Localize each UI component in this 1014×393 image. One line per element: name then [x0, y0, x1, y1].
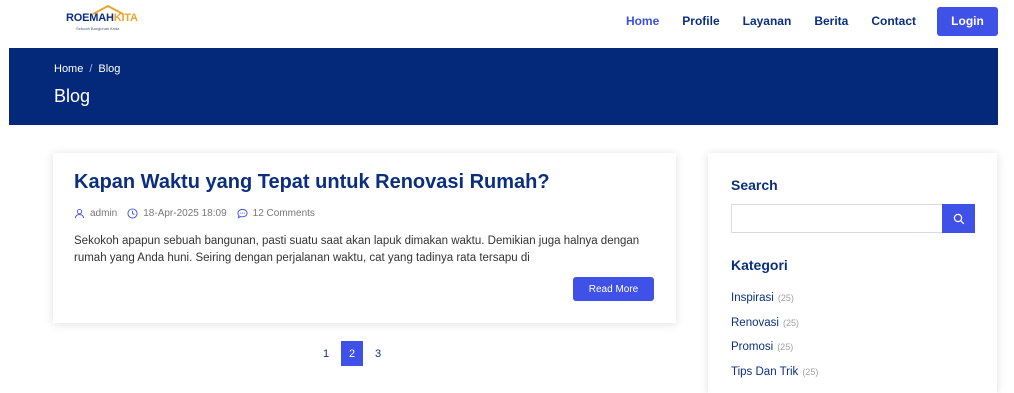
category-heading: Kategori — [731, 257, 788, 273]
nav-home[interactable]: Home — [626, 14, 659, 28]
logo-wordmark: ROEMAHKITA — [66, 12, 138, 24]
category-name: Renovasi — [731, 316, 779, 329]
breadcrumb-current: Blog — [98, 63, 121, 75]
page-2-current[interactable]: 2 — [341, 341, 363, 366]
search-input[interactable] — [731, 204, 942, 233]
category-renovasi[interactable]: Renovasi (25) — [731, 311, 818, 336]
category-tips-dan-trik[interactable]: Tips Dan Trik (25) — [731, 360, 818, 385]
site-logo[interactable]: ROEMAHKITA Sebuah Bangunan Anda — [66, 5, 140, 37]
main-nav: Home Profile Layanan Berita Contact Logi… — [603, 6, 998, 36]
category-name: Tips Dan Trik — [731, 365, 799, 378]
search-button[interactable] — [942, 204, 975, 233]
search-heading: Search — [731, 177, 778, 193]
page-1[interactable]: 1 — [315, 341, 337, 366]
login-button[interactable]: Login — [937, 6, 998, 36]
category-count: (25) — [777, 293, 794, 304]
category-list: Inspirasi (25) Renovasi (25) Promosi (25) T… — [731, 286, 818, 384]
post-date-text: 18-Apr-2025 18:09 — [143, 208, 227, 219]
post-meta: admin 18-Apr-2025 18:09 12 Comments — [74, 208, 325, 219]
category-count: (25) — [802, 366, 819, 377]
post-date: 18-Apr-2025 18:09 — [127, 208, 227, 219]
category-name: Promosi — [731, 341, 774, 354]
category-count: (25) — [777, 342, 794, 353]
page-banner: Home / Blog Blog — [9, 48, 998, 125]
category-promosi[interactable]: Promosi (25) — [731, 335, 818, 360]
user-icon — [74, 209, 85, 219]
nav-layanan[interactable]: Layanan — [743, 14, 792, 28]
breadcrumb: Home / Blog — [54, 63, 120, 75]
blog-post-card: Kapan Waktu yang Tepat untuk Renovasi Ru… — [53, 153, 676, 323]
page-title: Blog — [54, 86, 91, 106]
category-inspirasi[interactable]: Inspirasi (25) — [731, 286, 818, 311]
nav-berita[interactable]: Berita — [814, 14, 848, 28]
nav-contact[interactable]: Contact — [871, 14, 916, 28]
search-form — [731, 204, 975, 233]
post-author-name: admin — [90, 208, 118, 219]
logo-tagline: Sebuah Bangunan Anda — [76, 26, 120, 31]
category-count: (25) — [782, 317, 799, 328]
pagination: 1 2 3 — [315, 341, 393, 366]
page-3[interactable]: 3 — [367, 341, 389, 366]
breadcrumb-home[interactable]: Home — [54, 63, 83, 75]
nav-profile[interactable]: Profile — [682, 14, 719, 28]
post-comments-count: 12 Comments — [252, 208, 315, 219]
site-header: ROEMAHKITA Sebuah Bangunan Anda Home Pro… — [0, 0, 1014, 48]
post-comments: 12 Comments — [237, 208, 315, 219]
post-excerpt: Sekokoh apapun sebuah bangunan, pasti su… — [74, 235, 640, 264]
read-more-button[interactable]: Read More — [573, 277, 654, 301]
post-author: admin — [74, 208, 117, 219]
breadcrumb-separator: / — [89, 63, 93, 75]
comment-icon — [237, 208, 248, 219]
sidebar: Search Kategori Inspirasi (25) Renovasi (2… — [708, 153, 997, 393]
search-icon — [953, 213, 964, 224]
category-name: Inspirasi — [731, 292, 774, 305]
clock-icon — [127, 208, 138, 219]
post-title[interactable]: Kapan Waktu yang Tepat untuk Renovasi Ru… — [74, 171, 550, 194]
